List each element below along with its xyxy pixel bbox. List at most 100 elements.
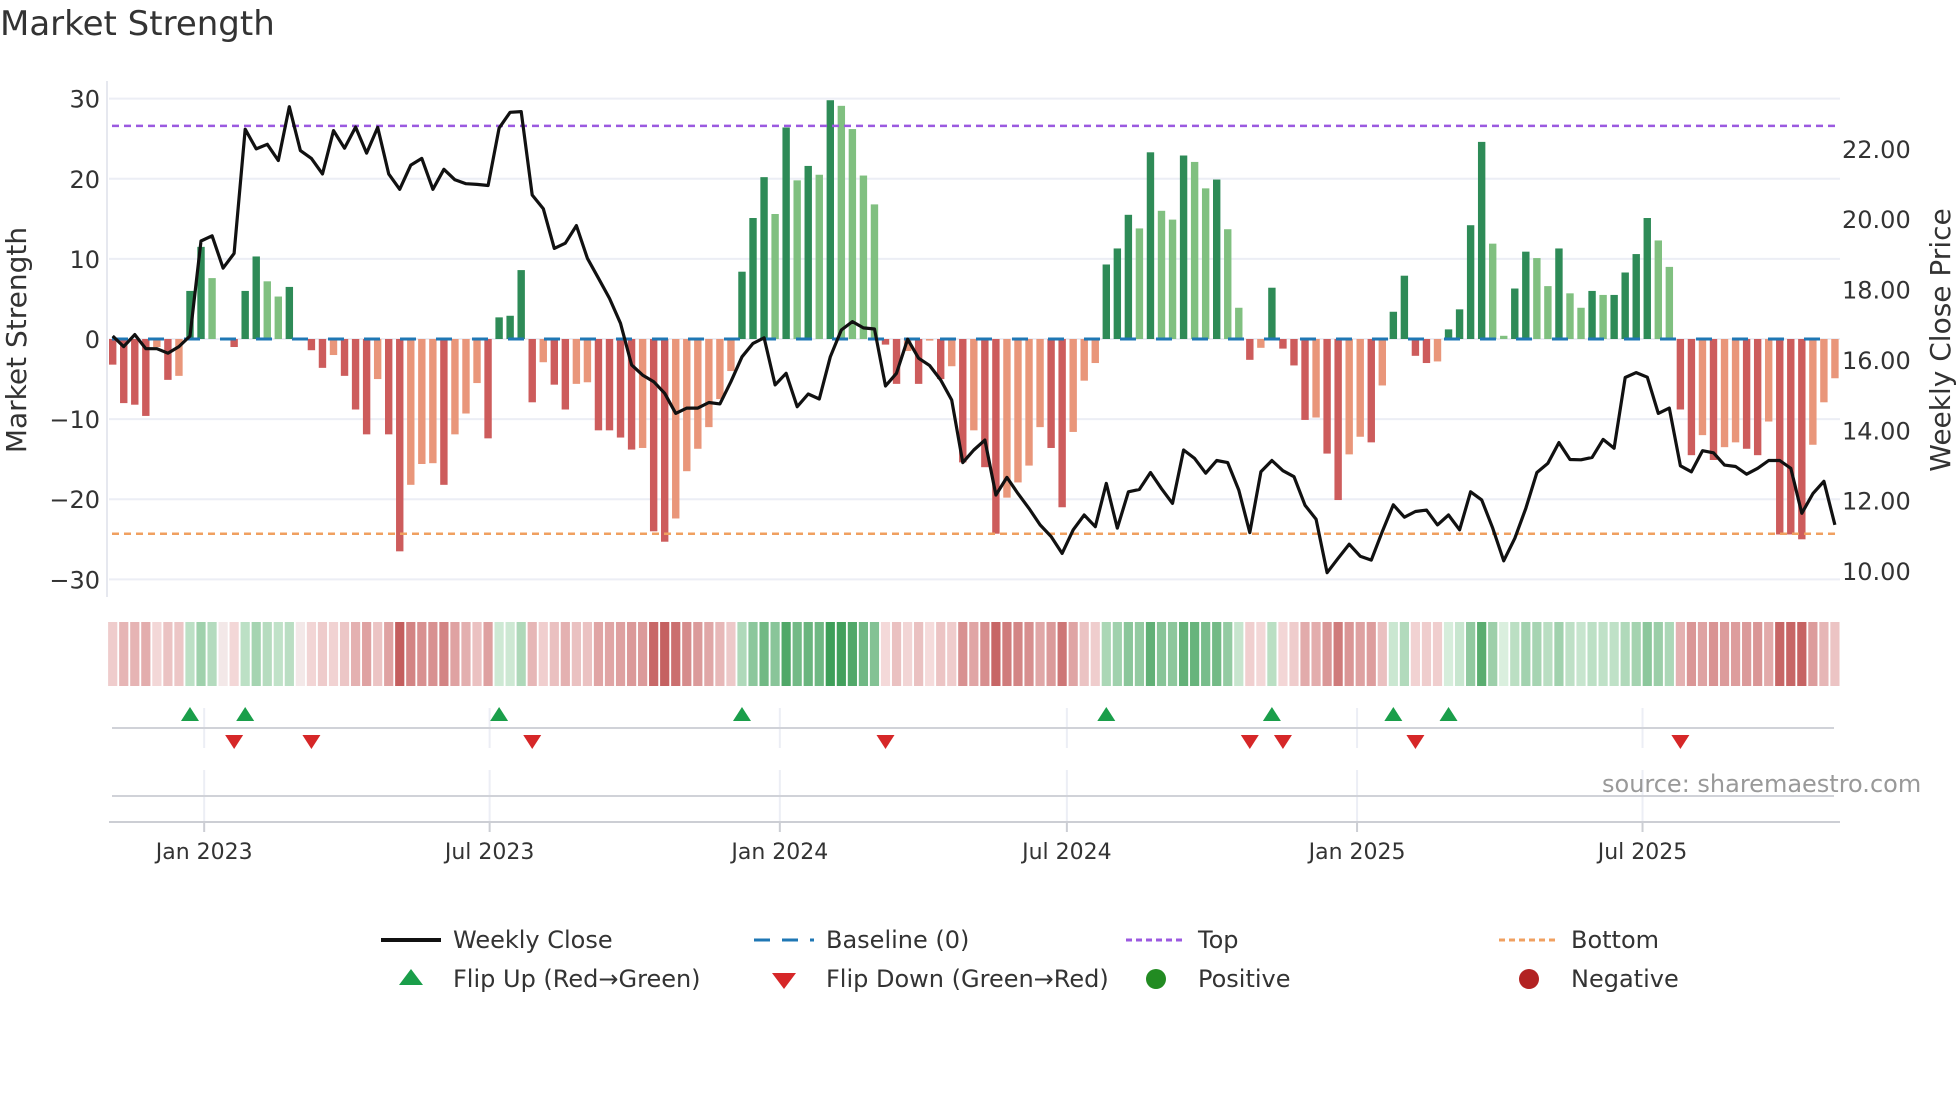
positive-strength-bar: [1654, 240, 1662, 339]
strength-strip-cell: [1598, 622, 1608, 686]
negative-strength-bar: [164, 339, 172, 380]
strength-strip-cell: [1035, 622, 1045, 686]
negative-strength-bar: [362, 339, 371, 435]
strength-strip-cell: [1543, 622, 1553, 686]
strength-strip-cell: [936, 622, 946, 686]
strength-strip-cell: [1521, 622, 1531, 686]
y-tick-label: 0: [85, 326, 100, 354]
strength-strip-cell: [1576, 622, 1586, 686]
negative-strength-bar: [716, 339, 724, 400]
positive-strength-bar: [1500, 335, 1508, 339]
positive-strength-bar: [771, 214, 779, 339]
strength-strip-cell: [119, 622, 129, 686]
strength-strip-cell: [273, 622, 283, 686]
strength-strip-cell: [1786, 622, 1796, 686]
strength-strip-cell: [417, 622, 427, 686]
negative-strength-bar: [1301, 339, 1309, 420]
negative-strength-bar: [1279, 339, 1287, 349]
positive-strength-bar: [1213, 179, 1221, 339]
positive-strength-bar: [1610, 294, 1618, 339]
strength-strip-cell: [560, 622, 570, 686]
negative-strength-bar: [1345, 339, 1353, 455]
y2-axis-label: Weekly Close Price: [1924, 208, 1957, 471]
strength-strip-cell: [350, 622, 361, 686]
flip-down-marker: [1240, 735, 1259, 749]
negative-strength-bar: [539, 339, 547, 363]
negative-strength-bar: [992, 339, 1000, 534]
strength-strip-cell: [1653, 622, 1663, 686]
legend-label: Top: [1198, 926, 1239, 954]
positive-strength-bar: [760, 177, 768, 339]
negative-strength-bar: [1709, 339, 1718, 460]
strength-strip-cell: [1245, 622, 1255, 686]
positive-strength-bar: [1113, 248, 1122, 339]
strength-strip-cell: [825, 622, 835, 686]
flip-up-marker: [490, 707, 509, 721]
positive-strength-bar: [826, 100, 834, 339]
positive-strength-bar: [848, 129, 857, 339]
strength-strip-cell: [604, 622, 615, 686]
flip-down-marker: [1406, 735, 1425, 749]
strength-strip-cell: [704, 622, 714, 686]
strength-strip-cell: [1388, 622, 1398, 686]
negative-strength-bar: [307, 339, 316, 351]
strength-strip-cell: [1477, 622, 1487, 686]
positive-strength-bar: [1190, 161, 1199, 339]
negative-strength-bar: [561, 339, 570, 410]
y2-tick-label: 22.00: [1842, 136, 1911, 164]
y-axis-label: Market Strength: [0, 227, 33, 453]
strength-strip-cell: [582, 622, 593, 686]
negative-strength-bar: [1411, 339, 1420, 356]
strength-strip-cell: [1377, 622, 1387, 686]
positive-strength-bar: [1168, 219, 1177, 339]
y2-tick-label: 14.00: [1842, 417, 1911, 445]
x-tick-label: Jul 2024: [1020, 840, 1112, 865]
dotted-line-swatch-icon: [1126, 938, 1186, 942]
strength-strip-cell: [1719, 622, 1730, 686]
strength-strip-cell: [527, 622, 537, 686]
negative-strength-bar: [318, 339, 327, 368]
positive-strength-bar: [1201, 188, 1210, 339]
negative-strength-bar: [462, 339, 470, 414]
strength-strip-cell: [1410, 622, 1421, 686]
negative-strength-bar: [429, 339, 437, 464]
strength-strip-cell: [1234, 622, 1244, 686]
strength-strip-cell: [174, 622, 184, 686]
x-tick-label: Jul 2025: [1596, 840, 1688, 865]
positive-strength-bar: [1389, 311, 1398, 339]
legend-baseline: Baseline (0): [754, 925, 969, 955]
strength-strip-cell: [1532, 622, 1542, 686]
strength-strip-cell: [571, 622, 581, 686]
negative-strength-bar: [605, 339, 614, 431]
negative-strength-bar: [1433, 339, 1442, 362]
legend-label: Positive: [1198, 965, 1291, 993]
negative-strength-bar: [1809, 339, 1817, 445]
strength-strip-cell: [626, 622, 637, 686]
positive-strength-bar: [1102, 264, 1110, 339]
negative-strength-bar: [1080, 339, 1088, 381]
flip-up-marker: [1439, 707, 1458, 721]
strength-strip-cell: [1775, 622, 1785, 686]
line-swatch-icon: [381, 938, 441, 942]
negative-strength-bar: [937, 339, 945, 380]
strength-strip-cell: [196, 622, 206, 686]
negative-strength-bar: [638, 339, 647, 448]
negative-strength-bar: [385, 339, 393, 435]
legend-label: Flip Up (Red→Green): [453, 965, 701, 993]
legend-label: Bottom: [1571, 926, 1660, 954]
negative-strength-bar: [340, 339, 349, 376]
strength-strip-cell: [902, 622, 913, 686]
negative-strength-bar: [1776, 339, 1784, 535]
positive-strength-bar: [782, 127, 790, 339]
strength-strip-cell: [1466, 622, 1476, 686]
negative-strength-bar: [1014, 339, 1022, 483]
flip-down-marker: [523, 735, 542, 749]
positive-strength-bar: [1643, 218, 1651, 339]
dashed-line-swatch-icon: [754, 938, 814, 942]
positive-strength-bar: [1179, 155, 1188, 339]
negative-strength-bar: [683, 339, 691, 472]
strength-strip-cell: [737, 622, 747, 686]
legend-weekly-close: Weekly Close: [381, 925, 613, 955]
negative-strength-bar: [1091, 339, 1099, 364]
strength-strip-cell: [980, 622, 990, 686]
